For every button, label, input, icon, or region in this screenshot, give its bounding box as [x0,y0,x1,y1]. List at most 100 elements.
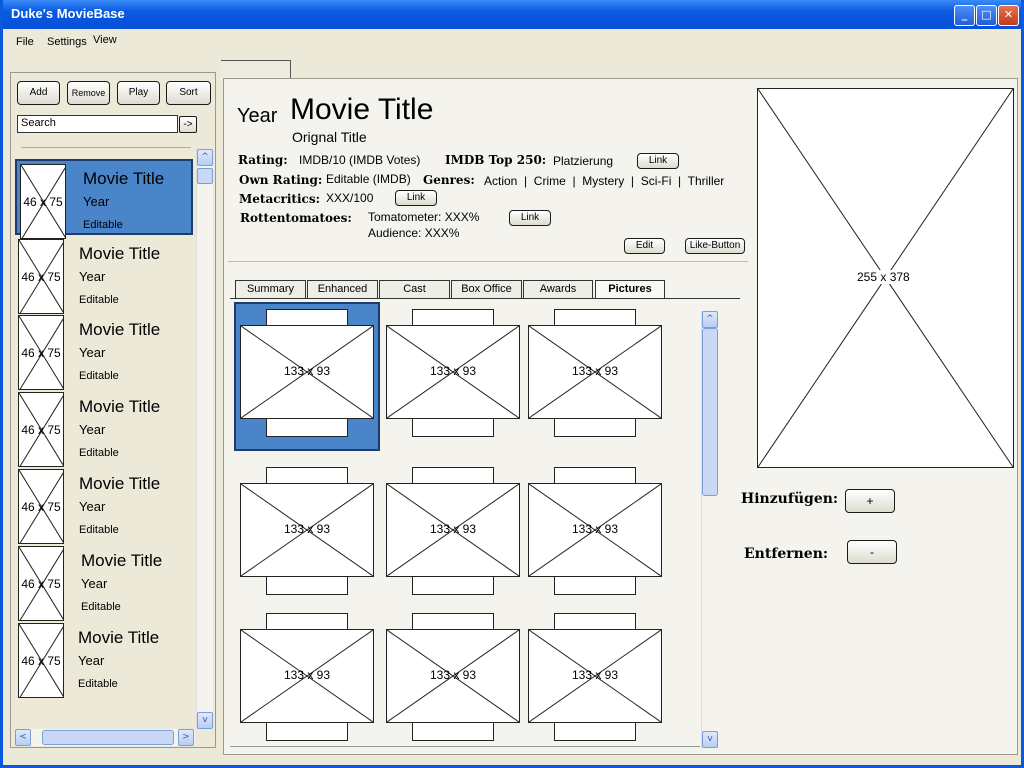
list-item[interactable]: 46 x 75 Movie Title Year Editable [15,466,193,544]
pictures-scrollbar[interactable]: ^ v [701,311,718,748]
maximize-icon: □ [981,8,992,21]
picture-thumbnail[interactable]: 133 x 93 [238,609,374,745]
menu-settings[interactable]: Settings [47,36,87,48]
list-item-year: Year [83,194,110,209]
list-item[interactable]: 46 x 75 Movie Title Year Editable [15,620,193,698]
list-item[interactable]: 46 x 75 Movie Title Year Editable [15,236,193,314]
picture-thumbnail[interactable]: 133 x 93 [238,463,374,599]
minimize-button[interactable]: _ [954,5,975,26]
picture-dimensions: 133 x 93 [571,668,619,682]
pictures-scroll-up-button[interactable]: ^ [702,311,718,328]
tab-cast[interactable]: Cast [379,280,450,298]
picture-front-frame: 133 x 93 [240,629,374,723]
pictures-scroll-thumb[interactable] [702,328,718,496]
panel-header-tab [221,60,291,80]
metacritics-value: XXX/100 [326,191,374,205]
search-input-value: Search [21,117,56,129]
picture-dimensions: 133 x 93 [571,522,619,536]
picture-front-frame: 133 x 93 [528,483,662,577]
list-hscrollbar[interactable]: < > [15,729,195,746]
tab-summary[interactable]: Summary [235,280,306,298]
list-item-year: Year [79,499,106,514]
picture-thumbnail[interactable]: 133 x 93 [238,305,374,441]
tab-box-office[interactable]: Box Office [451,280,522,298]
scroll-down-icon: v [707,734,713,744]
thumbnail-image: 46 x 75 [18,623,64,698]
picture-thumbnail[interactable]: 133 x 93 [384,463,520,599]
add-button[interactable]: Add [17,81,60,105]
app-window: Duke's MovieBase _ □ ✕ File Settings Vie… [0,0,1024,768]
scroll-left-button[interactable]: < [15,729,31,746]
close-icon: ✕ [1003,8,1014,21]
rating-label: Rating: [238,153,288,167]
metacritics-label: Metacritics: [239,192,321,206]
list-item-editable: Editable [79,447,119,459]
play-button[interactable]: Play [117,81,160,105]
tab-pictures[interactable]: Pictures [595,280,665,298]
maximize-button[interactable]: □ [976,5,997,26]
own-rating-value[interactable]: Editable (IMDB) [326,172,411,186]
top250-link-button[interactable]: Link [637,153,679,169]
metacritics-link-button[interactable]: Link [395,190,437,206]
picture-dimensions: 133 x 93 [283,364,331,378]
remove-picture-button[interactable]: - [847,540,897,564]
minimize-icon: _ [961,8,968,21]
thumbnail-dimensions: 46 x 75 [21,500,61,514]
picture-thumbnail[interactable]: 133 x 93 [384,305,520,441]
own-rating-label: Own Rating: [239,173,323,187]
thumbnail-dimensions: 46 x 75 [21,654,61,668]
menu-view[interactable]: View [93,34,117,46]
picture-front-frame: 133 x 93 [528,325,662,419]
close-button[interactable]: ✕ [998,5,1019,26]
picture-thumbnail[interactable]: 133 x 93 [526,463,662,599]
list-item[interactable]: 46 x 75 Movie Title Year Editable [15,312,193,390]
original-title: Orignal Title [292,129,367,145]
rottentomatoes-label: Rottentomatoes: [240,211,352,225]
picture-front-frame: 133 x 93 [528,629,662,723]
scroll-up-button[interactable]: ^ [197,149,213,166]
list-item[interactable]: 46 x 75 Movie Title Year Editable [15,543,193,621]
scroll-right-button[interactable]: > [178,729,194,746]
list-item-title: Movie Title [79,397,161,416]
picture-front-frame: 133 x 93 [386,629,520,723]
title-bar[interactable]: Duke's MovieBase _ □ ✕ [3,0,1021,29]
sort-button[interactable]: Sort [166,81,211,105]
thumbnail-dimensions: 46 x 75 [21,346,61,360]
edit-button[interactable]: Edit [624,238,665,254]
list-item[interactable]: 46 x 75 Movie Title Year Editable [15,389,193,467]
scroll-down-button[interactable]: v [197,712,213,729]
scroll-thumb[interactable] [197,168,213,184]
search-go-button[interactable]: -> [179,116,197,133]
remove-button[interactable]: Remove [67,81,110,105]
rottentomatoes-link-button[interactable]: Link [509,210,551,226]
picture-front-frame: 133 x 93 [386,325,520,419]
picture-front-frame: 133 x 93 [240,325,374,419]
hscroll-thumb[interactable] [42,730,174,745]
menu-bar: File Settings View [3,29,1021,55]
pictures-scroll-down-button[interactable]: v [702,731,718,748]
list-item-editable: Editable [79,524,119,536]
thumbnail-dimensions: 46 x 75 [23,195,63,209]
list-item-title: Movie Title [79,320,161,339]
list-item-editable: Editable [79,294,119,306]
thumbnail-image: 46 x 75 [18,469,64,544]
menu-file[interactable]: File [16,36,34,48]
tab-awards[interactable]: Awards [523,280,593,298]
remove-picture-label: Entfernen: [744,546,829,562]
picture-thumbnail[interactable]: 133 x 93 [526,609,662,745]
like-button[interactable]: Like-Button [685,238,745,254]
tab-enhanced[interactable]: Enhanced [307,280,378,298]
search-input[interactable]: Search [17,115,178,133]
list-scrollbar[interactable]: ^ v [196,149,213,729]
poster-image: 255 x 378 [757,88,1014,468]
thumbnail-image: 46 x 75 [18,392,64,467]
picture-thumbnail[interactable]: 133 x 93 [384,609,520,745]
list-item[interactable]: 46 x 75 Movie Title Year Editable [15,159,193,239]
tomatometer-value: Tomatometer: XXX% [368,210,480,224]
list-item-title: Movie Title [78,628,160,647]
picture-thumbnail[interactable]: 133 x 93 [526,305,662,441]
add-picture-button[interactable]: + [845,489,895,513]
list-item-editable: Editable [78,678,118,690]
thumbnail-image: 46 x 75 [18,546,64,621]
movie-year: Year [237,105,278,127]
